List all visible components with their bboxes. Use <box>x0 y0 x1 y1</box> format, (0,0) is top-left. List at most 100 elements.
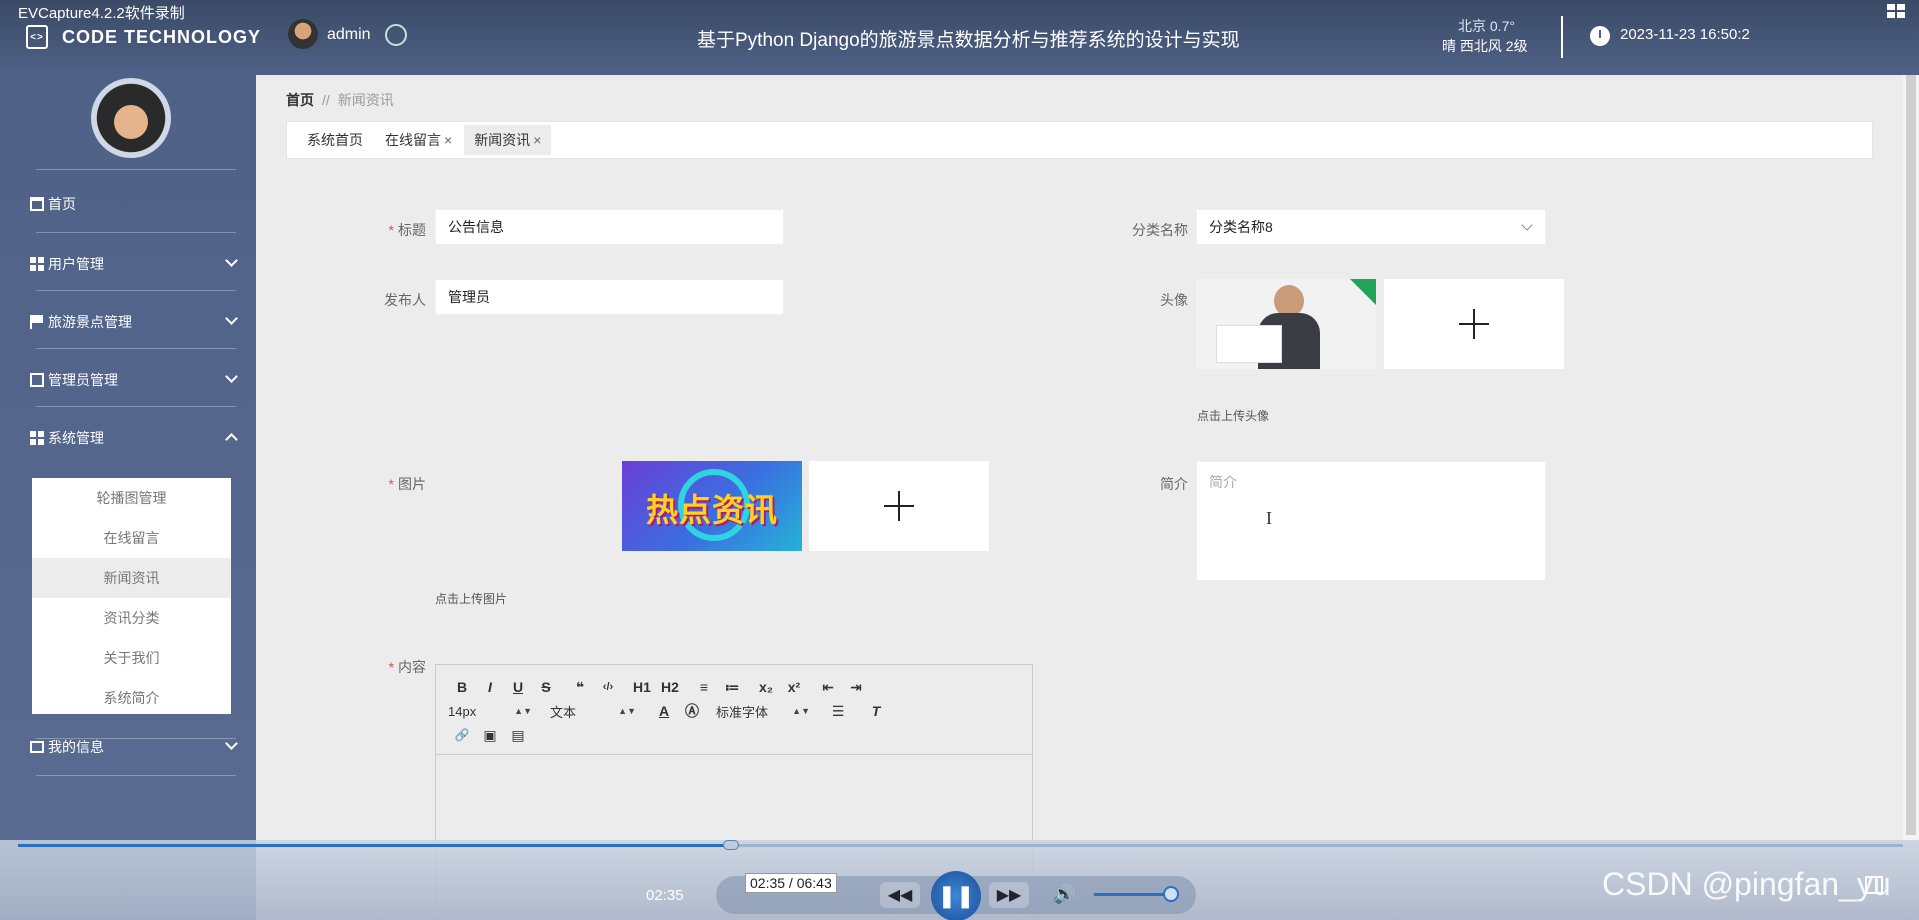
sidebar-divider <box>36 290 236 291</box>
tab-messages[interactable]: 在线留言 × <box>375 125 462 155</box>
chevron-down-icon <box>225 737 238 750</box>
text-style-value: 文本 <box>550 704 577 720</box>
background-color-icon[interactable]: Ⓐ <box>678 701 706 721</box>
link-icon[interactable]: 🔗 <box>448 728 476 742</box>
font-size-value: 14px <box>448 703 477 719</box>
tab-home[interactable]: 系统首页 <box>297 125 373 155</box>
bold-icon[interactable]: B <box>448 679 476 695</box>
sidebar-item-home[interactable]: 首页 <box>30 192 236 216</box>
strikethrough-icon[interactable]: S <box>532 679 560 695</box>
home-icon <box>30 197 44 211</box>
pause-icon[interactable]: ❚❚ <box>931 871 981 920</box>
chevron-down-icon <box>225 370 238 383</box>
intro-label: 简介 <box>1160 476 1188 492</box>
title-label-text: 标题 <box>398 222 426 238</box>
publisher-input[interactable]: 管理员 <box>435 279 784 315</box>
sidebar-item-attractions[interactable]: 旅游景点管理 <box>30 310 238 334</box>
clear-format-icon[interactable]: T <box>862 703 890 719</box>
sidebar-item-my-info[interactable]: 我的信息 <box>30 735 238 759</box>
subscript-icon[interactable]: x₂ <box>752 679 780 695</box>
rewind-icon[interactable]: ◀◀ <box>880 882 920 908</box>
avatar-upload-hint: 点击上传头像 <box>1197 409 1270 423</box>
font-family-select[interactable]: 标准字体 ▲▼ <box>716 702 810 721</box>
heading-1-icon[interactable]: H1 <box>628 679 656 695</box>
volume-handle[interactable] <box>1163 886 1179 902</box>
submenu-item-about[interactable]: 关于我们 <box>32 638 231 678</box>
tab-news[interactable]: 新闻资讯 × <box>464 125 552 155</box>
editor-toolbar-row-1: B I U S ❝ ‹/› H1 H2 ≡ ≔ x₂ x² ⇤ ⇥ <box>448 675 1020 699</box>
title-label: * 标题 <box>376 220 426 240</box>
image-upload-hint: 点击上传图片 <box>435 592 508 606</box>
category-select[interactable]: 分类名称8 <box>1196 209 1546 245</box>
capture-title: EVCapture4.2.2软件录制 <box>18 5 185 22</box>
sidebar-divider <box>36 169 236 170</box>
submenu-item-intro[interactable]: 系统简介 <box>32 678 231 718</box>
outdent-icon[interactable]: ⇤ <box>814 679 842 696</box>
text-style-select[interactable]: 文本 ▲▼ <box>550 702 636 721</box>
close-icon[interactable]: × <box>444 132 452 148</box>
time-tooltip: 02:35 / 06:43 <box>745 873 837 893</box>
submenu-item-news[interactable]: 新闻资讯 <box>32 558 231 598</box>
app-root: EVCapture4.2.2软件录制 <> CODE TECHNOLOGY ad… <box>0 0 1919 920</box>
sidebar-item-users[interactable]: 用户管理 <box>30 252 238 276</box>
system-title: 基于Python Django的旅游景点数据分析与推荐系统的设计与实现 <box>697 30 1240 51</box>
settings-icon[interactable] <box>385 24 407 46</box>
sidebar-item-label: 首页 <box>48 196 76 212</box>
editor-toolbar-row-3: 🔗 ▣ ▤ <box>448 723 1020 747</box>
logo[interactable]: <> CODE TECHNOLOGY <box>26 25 261 49</box>
sidebar-avatar <box>91 78 171 158</box>
news-preview-image[interactable]: 热点资讯 <box>622 461 802 551</box>
submenu-item-messages[interactable]: 在线留言 <box>32 518 231 558</box>
avatar-label: 头像 <box>1160 292 1188 308</box>
breadcrumb-home[interactable]: 首页 <box>286 92 314 108</box>
volume-icon[interactable]: 🔊 <box>1053 884 1075 905</box>
video-icon[interactable]: ▤ <box>504 727 532 744</box>
video-progress-fill <box>18 844 731 847</box>
italic-icon[interactable]: I <box>476 679 504 695</box>
submenu-item-carousel[interactable]: 轮播图管理 <box>32 478 231 518</box>
sidebar-item-system[interactable]: 系统管理 <box>30 426 238 450</box>
image-upload-button[interactable] <box>809 461 989 551</box>
breadcrumb-current: 新闻资讯 <box>337 92 394 108</box>
editor-toolbar: B I U S ❝ ‹/› H1 H2 ≡ ≔ x₂ x² ⇤ ⇥ 14px ▲▼… <box>436 665 1032 755</box>
header-avatar[interactable] <box>288 19 318 49</box>
ordered-list-icon[interactable]: ≡ <box>690 679 718 695</box>
chevron-down-icon <box>225 254 238 267</box>
video-progress-bar[interactable] <box>18 840 1903 850</box>
underline-icon[interactable]: U <box>504 679 532 695</box>
header-username[interactable]: admin <box>327 26 371 44</box>
weather-widget: 北京 0.7° 晴 西北风 2级 <box>1442 16 1528 56</box>
chevron-down-icon <box>225 312 238 325</box>
indent-icon[interactable]: ⇥ <box>842 679 870 696</box>
font-size-select[interactable]: 14px ▲▼ <box>448 704 532 719</box>
image-icon[interactable]: ▣ <box>476 727 504 744</box>
breadcrumb-separator: // <box>322 92 330 108</box>
bullet-list-icon[interactable]: ≔ <box>718 679 746 696</box>
fullscreen-icon[interactable] <box>1865 876 1883 894</box>
fast-forward-icon[interactable]: ▶▶ <box>989 882 1029 908</box>
heading-2-icon[interactable]: H2 <box>656 679 684 695</box>
avatar-upload-button[interactable] <box>1384 279 1564 369</box>
select-arrows-icon: ▲▼ <box>618 706 636 716</box>
close-icon[interactable]: × <box>533 132 541 148</box>
scrollbar-thumb[interactable] <box>1906 75 1916 835</box>
title-input[interactable]: 公告信息 <box>435 209 784 245</box>
code-block-icon[interactable]: ‹/› <box>594 681 622 693</box>
sidebar-item-admins[interactable]: 管理员管理 <box>30 368 238 392</box>
volume-slider[interactable] <box>1094 893 1174 896</box>
align-icon[interactable]: ☰ <box>824 703 852 720</box>
avatar-preview-image[interactable] <box>1196 279 1376 369</box>
publisher-input-value: 管理员 <box>448 289 490 305</box>
blockquote-icon[interactable]: ❝ <box>566 679 594 696</box>
font-color-icon[interactable]: A <box>650 703 678 719</box>
superscript-icon[interactable]: x² <box>780 679 808 695</box>
window-grid-icon[interactable] <box>1887 4 1905 18</box>
sidebar: 首页 用户管理 旅游景点管理 管理员管理 系统管理 轮播图管理 在线留言 新闻资… <box>0 75 256 920</box>
tab-label: 在线留言 <box>385 132 441 148</box>
page-scrollbar[interactable] <box>1903 75 1919 840</box>
intro-textarea[interactable]: 简介 <box>1196 461 1546 581</box>
submenu-item-news-category[interactable]: 资讯分类 <box>32 598 231 638</box>
text-cursor-icon: I <box>1266 508 1272 528</box>
logo-text: CODE TECHNOLOGY <box>62 26 262 47</box>
video-progress-handle[interactable] <box>722 840 739 850</box>
